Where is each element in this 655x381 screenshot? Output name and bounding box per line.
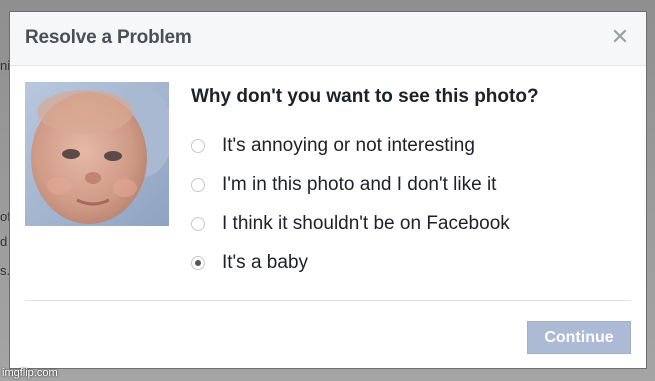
question-heading: Why don't you want to see this photo? — [191, 86, 539, 107]
option-in-photo[interactable]: I'm in this photo and I don't like it — [191, 165, 510, 204]
watermark: imgflip.com — [2, 367, 58, 379]
option-label: I think it shouldn't be on Facebook — [222, 212, 510, 234]
radio-button[interactable] — [191, 138, 205, 153]
dialog-title: Resolve a Problem — [25, 27, 192, 48]
option-annoying[interactable]: It's annoying or not interesting — [191, 126, 510, 165]
radio-button[interactable] — [191, 177, 205, 192]
reason-options: It's annoying or not interesting I'm in … — [191, 126, 510, 282]
option-label: I'm in this photo and I don't like it — [222, 173, 497, 195]
continue-button[interactable]: Continue — [527, 321, 631, 354]
close-icon[interactable]: ✕ — [608, 25, 632, 49]
option-label: It's a baby — [222, 251, 309, 273]
resolve-problem-dialog: Resolve a Problem ✕ Why don't you want t… — [9, 11, 647, 369]
option-its-a-baby[interactable]: It's a baby — [191, 243, 510, 282]
radio-button[interactable] — [191, 216, 205, 231]
option-shouldnt-be-on-facebook[interactable]: I think it shouldn't be on Facebook — [191, 204, 510, 243]
dialog-header: Resolve a Problem ✕ — [10, 12, 646, 66]
photo-thumbnail — [25, 82, 169, 226]
footer-divider — [25, 300, 631, 301]
option-label: It's annoying or not interesting — [222, 134, 475, 156]
radio-button-selected[interactable] — [191, 255, 205, 270]
